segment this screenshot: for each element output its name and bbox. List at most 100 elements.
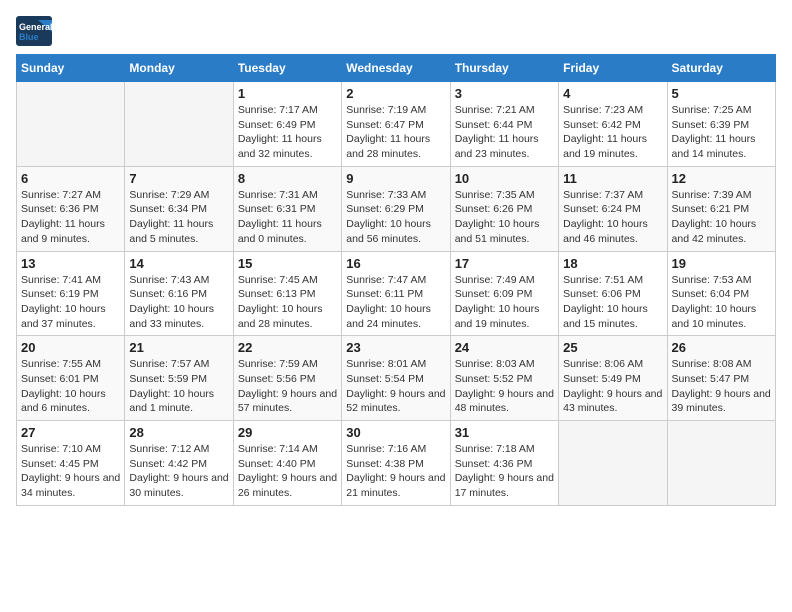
day-info: Sunrise: 7:55 AMSunset: 6:01 PMDaylight:… xyxy=(21,357,120,416)
day-number: 3 xyxy=(455,86,554,101)
calendar-cell: 4 Sunrise: 7:23 AMSunset: 6:42 PMDaylight… xyxy=(559,82,667,167)
calendar-cell: 13Sunrise: 7:41 AMSunset: 6:19 PMDayligh… xyxy=(17,251,125,336)
calendar-cell xyxy=(17,82,125,167)
calendar-cell: 5 Sunrise: 7:25 AMSunset: 6:39 PMDaylight… xyxy=(667,82,775,167)
calendar-cell: 2 Sunrise: 7:19 AMSunset: 6:47 PMDaylight… xyxy=(342,82,450,167)
day-info: Sunrise: 7:19 AMSunset: 6:47 PMDaylight:… xyxy=(346,103,445,162)
day-info: Sunrise: 8:03 AMSunset: 5:52 PMDaylight:… xyxy=(455,357,554,416)
day-number: 12 xyxy=(672,171,771,186)
day-number: 26 xyxy=(672,340,771,355)
calendar-cell: 27 Sunrise: 7:10 AMSunset: 4:45 PMDayligh… xyxy=(17,421,125,506)
day-number: 17 xyxy=(455,256,554,271)
day-number: 4 xyxy=(563,86,662,101)
day-info: Sunrise: 7:29 AMSunset: 6:34 PMDaylight:… xyxy=(129,188,228,247)
day-number: 20 xyxy=(21,340,120,355)
calendar-cell: 22 Sunrise: 7:59 AMSunset: 5:56 PMDayligh… xyxy=(233,336,341,421)
calendar-cell: 26 Sunrise: 8:08 AMSunset: 5:47 PMDayligh… xyxy=(667,336,775,421)
column-header-monday: Monday xyxy=(125,55,233,82)
calendar-cell: 1 Sunrise: 7:17 AMSunset: 6:49 PMDaylight… xyxy=(233,82,341,167)
column-header-saturday: Saturday xyxy=(667,55,775,82)
day-info: Sunrise: 7:18 AMSunset: 4:36 PMDaylight:… xyxy=(455,442,554,501)
calendar-body: 1 Sunrise: 7:17 AMSunset: 6:49 PMDaylight… xyxy=(17,82,776,506)
day-info: Sunrise: 7:37 AMSunset: 6:24 PMDaylight:… xyxy=(563,188,662,247)
calendar-week-4: 20 Sunrise: 7:55 AMSunset: 6:01 PMDayligh… xyxy=(17,336,776,421)
day-number: 1 xyxy=(238,86,337,101)
day-number: 27 xyxy=(21,425,120,440)
day-number: 22 xyxy=(238,340,337,355)
day-number: 25 xyxy=(563,340,662,355)
calendar-cell xyxy=(125,82,233,167)
column-header-thursday: Thursday xyxy=(450,55,558,82)
logo: General Blue xyxy=(16,16,52,46)
day-number: 31 xyxy=(455,425,554,440)
calendar-cell: 12 Sunrise: 7:39 AMSunset: 6:21 PMDayligh… xyxy=(667,166,775,251)
day-number: 18 xyxy=(563,256,662,271)
calendar-cell: 19Sunrise: 7:53 AMSunset: 6:04 PMDayligh… xyxy=(667,251,775,336)
day-number: 6 xyxy=(21,171,120,186)
column-header-friday: Friday xyxy=(559,55,667,82)
calendar-week-1: 1 Sunrise: 7:17 AMSunset: 6:49 PMDaylight… xyxy=(17,82,776,167)
day-info: Sunrise: 7:23 AMSunset: 6:42 PMDaylight:… xyxy=(563,103,662,162)
day-info: Sunrise: 8:01 AMSunset: 5:54 PMDaylight:… xyxy=(346,357,445,416)
day-info: Sunrise: 7:10 AMSunset: 4:45 PMDaylight:… xyxy=(21,442,120,501)
calendar-cell: 18 Sunrise: 7:51 AMSunset: 6:06 PMDayligh… xyxy=(559,251,667,336)
day-info: Sunrise: 7:47 AMSunset: 6:11 PMDaylight:… xyxy=(346,273,445,332)
day-info: Sunrise: 7:25 AMSunset: 6:39 PMDaylight:… xyxy=(672,103,771,162)
calendar-cell xyxy=(559,421,667,506)
calendar-cell: 28 Sunrise: 7:12 AMSunset: 4:42 PMDayligh… xyxy=(125,421,233,506)
logo-icon: General Blue xyxy=(16,16,52,46)
page-header: General Blue xyxy=(16,16,776,46)
day-number: 15 xyxy=(238,256,337,271)
calendar-week-2: 6 Sunrise: 7:27 AMSunset: 6:36 PMDaylight… xyxy=(17,166,776,251)
calendar-cell: 21 Sunrise: 7:57 AMSunset: 5:59 PMDayligh… xyxy=(125,336,233,421)
day-number: 5 xyxy=(672,86,771,101)
calendar-cell: 16Sunrise: 7:47 AMSunset: 6:11 PMDayligh… xyxy=(342,251,450,336)
day-info: Sunrise: 7:45 AMSunset: 6:13 PMDaylight:… xyxy=(238,273,337,332)
calendar-cell: 23 Sunrise: 8:01 AMSunset: 5:54 PMDayligh… xyxy=(342,336,450,421)
calendar-cell xyxy=(667,421,775,506)
day-info: Sunrise: 7:33 AMSunset: 6:29 PMDaylight:… xyxy=(346,188,445,247)
day-info: Sunrise: 7:59 AMSunset: 5:56 PMDaylight:… xyxy=(238,357,337,416)
day-info: Sunrise: 7:35 AMSunset: 6:26 PMDaylight:… xyxy=(455,188,554,247)
calendar-header: SundayMondayTuesdayWednesdayThursdayFrid… xyxy=(17,55,776,82)
day-info: Sunrise: 7:57 AMSunset: 5:59 PMDaylight:… xyxy=(129,357,228,416)
day-number: 23 xyxy=(346,340,445,355)
day-info: Sunrise: 7:21 AMSunset: 6:44 PMDaylight:… xyxy=(455,103,554,162)
column-header-tuesday: Tuesday xyxy=(233,55,341,82)
day-number: 21 xyxy=(129,340,228,355)
calendar-cell: 30Sunrise: 7:16 AMSunset: 4:38 PMDayligh… xyxy=(342,421,450,506)
calendar-cell: 25 Sunrise: 8:06 AMSunset: 5:49 PMDayligh… xyxy=(559,336,667,421)
calendar-cell: 14Sunrise: 7:43 AMSunset: 6:16 PMDayligh… xyxy=(125,251,233,336)
day-info: Sunrise: 7:53 AMSunset: 6:04 PMDaylight:… xyxy=(672,273,771,332)
column-header-sunday: Sunday xyxy=(17,55,125,82)
day-info: Sunrise: 7:51 AMSunset: 6:06 PMDaylight:… xyxy=(563,273,662,332)
day-number: 24 xyxy=(455,340,554,355)
calendar-cell: 31 Sunrise: 7:18 AMSunset: 4:36 PMDayligh… xyxy=(450,421,558,506)
day-number: 2 xyxy=(346,86,445,101)
calendar-week-3: 13Sunrise: 7:41 AMSunset: 6:19 PMDayligh… xyxy=(17,251,776,336)
calendar-table: SundayMondayTuesdayWednesdayThursdayFrid… xyxy=(16,54,776,506)
day-info: Sunrise: 7:43 AMSunset: 6:16 PMDaylight:… xyxy=(129,273,228,332)
day-info: Sunrise: 7:12 AMSunset: 4:42 PMDaylight:… xyxy=(129,442,228,501)
day-info: Sunrise: 8:06 AMSunset: 5:49 PMDaylight:… xyxy=(563,357,662,416)
calendar-cell: 15 Sunrise: 7:45 AMSunset: 6:13 PMDayligh… xyxy=(233,251,341,336)
calendar-week-5: 27 Sunrise: 7:10 AMSunset: 4:45 PMDayligh… xyxy=(17,421,776,506)
day-info: Sunrise: 7:41 AMSunset: 6:19 PMDaylight:… xyxy=(21,273,120,332)
day-info: Sunrise: 7:16 AMSunset: 4:38 PMDaylight:… xyxy=(346,442,445,501)
day-info: Sunrise: 7:17 AMSunset: 6:49 PMDaylight:… xyxy=(238,103,337,162)
calendar-cell: 10Sunrise: 7:35 AMSunset: 6:26 PMDayligh… xyxy=(450,166,558,251)
day-number: 29 xyxy=(238,425,337,440)
day-number: 28 xyxy=(129,425,228,440)
column-header-wednesday: Wednesday xyxy=(342,55,450,82)
day-number: 8 xyxy=(238,171,337,186)
day-number: 11 xyxy=(563,171,662,186)
day-info: Sunrise: 7:39 AMSunset: 6:21 PMDaylight:… xyxy=(672,188,771,247)
calendar-cell: 11 Sunrise: 7:37 AMSunset: 6:24 PMDayligh… xyxy=(559,166,667,251)
day-info: Sunrise: 8:08 AMSunset: 5:47 PMDaylight:… xyxy=(672,357,771,416)
day-info: Sunrise: 7:27 AMSunset: 6:36 PMDaylight:… xyxy=(21,188,120,247)
calendar-cell: 20 Sunrise: 7:55 AMSunset: 6:01 PMDayligh… xyxy=(17,336,125,421)
header-row: SundayMondayTuesdayWednesdayThursdayFrid… xyxy=(17,55,776,82)
calendar-cell: 3 Sunrise: 7:21 AMSunset: 6:44 PMDaylight… xyxy=(450,82,558,167)
calendar-cell: 7Sunrise: 7:29 AMSunset: 6:34 PMDaylight… xyxy=(125,166,233,251)
calendar-cell: 6 Sunrise: 7:27 AMSunset: 6:36 PMDaylight… xyxy=(17,166,125,251)
